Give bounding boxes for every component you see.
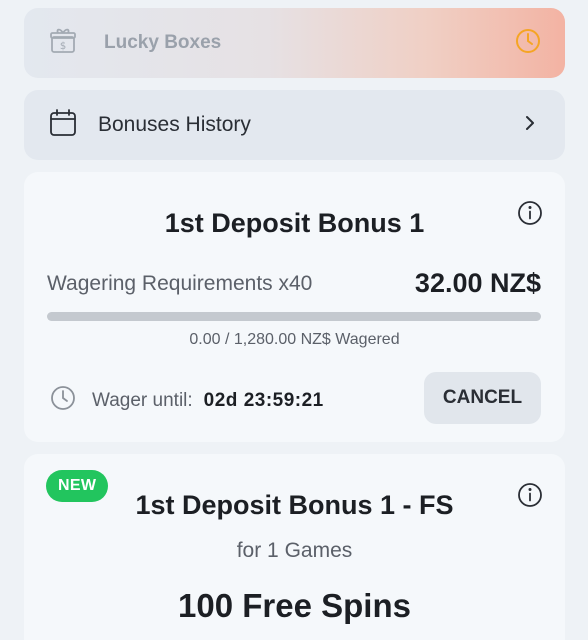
wager-progress-bar xyxy=(47,312,541,321)
info-icon[interactable] xyxy=(517,482,543,508)
svg-text:$: $ xyxy=(60,41,66,52)
fs-subtitle: for 1 Games xyxy=(236,539,353,562)
lucky-boxes-label: Lucky Boxes xyxy=(104,32,222,53)
bonus-title: 1st Deposit Bonus 1 xyxy=(164,208,425,238)
bonuses-history-button[interactable]: Bonuses History xyxy=(24,90,565,160)
gift-icon: $ xyxy=(48,26,78,61)
info-icon[interactable] xyxy=(517,200,543,226)
wagering-requirements-label: Wagering Requirements x40 xyxy=(47,272,313,295)
chevron-right-icon xyxy=(523,114,537,137)
lucky-boxes-banner[interactable]: $ Lucky Boxes xyxy=(24,8,565,78)
clock-outline-icon xyxy=(50,385,76,416)
wagered-text: 0.00 / 1,280.00 NZ$ Wagered xyxy=(189,331,400,348)
bonus-amount: 32.00 NZ$ xyxy=(414,268,541,298)
deposit-bonus-card: 1st Deposit Bonus 1 Wagering Requirement… xyxy=(24,172,565,442)
free-spins-card: NEW 1st Deposit Bonus 1 - FS for 1 Games… xyxy=(24,454,565,640)
cancel-button[interactable]: CANCEL xyxy=(424,372,541,424)
free-spins-count: 100 Free Spins xyxy=(178,587,411,624)
clock-icon xyxy=(515,28,541,59)
calendar-icon xyxy=(48,108,78,143)
fs-bonus-title: 1st Deposit Bonus 1 - FS xyxy=(135,490,454,520)
bonuses-history-label: Bonuses History xyxy=(98,113,251,136)
wager-until: Wager until: 02d 23:59:21 xyxy=(50,385,324,416)
countdown-timer: 02d 23:59:21 xyxy=(203,389,324,411)
wager-until-label: Wager until: xyxy=(92,389,193,411)
